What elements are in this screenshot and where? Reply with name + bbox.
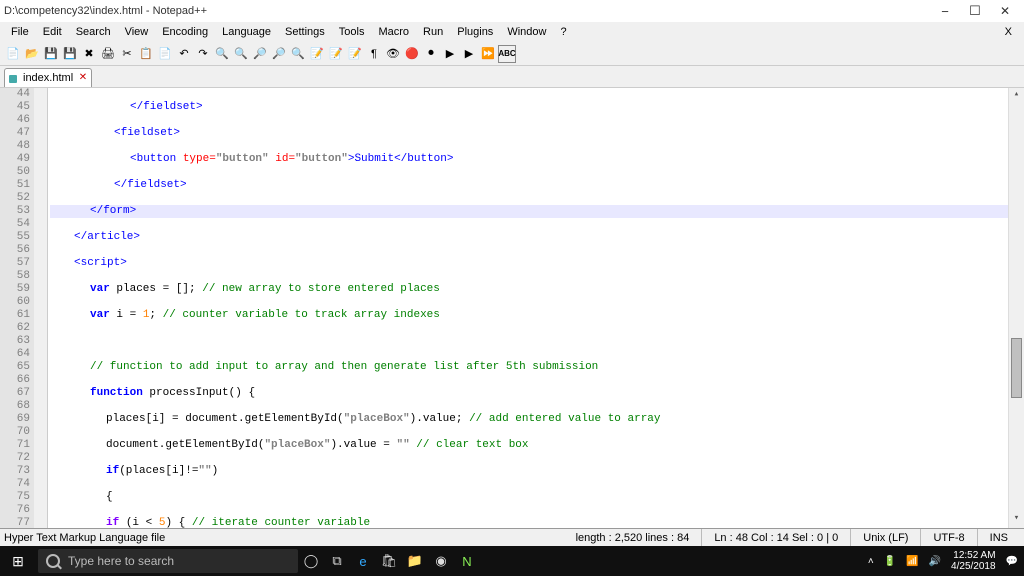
menu-file[interactable]: File [4,24,36,40]
indent-icon[interactable]: ¶ [365,45,383,63]
menu-view[interactable]: View [118,24,156,40]
notepadpp-icon[interactable]: N [454,546,480,576]
minimize-button[interactable]: − [930,4,960,19]
status-encoding[interactable]: UTF-8 [921,529,977,546]
stop-icon[interactable]: ⏺ [422,45,440,63]
system-tray[interactable]: ˄ 🔋 📶 🔊 12:52 AM 4/25/2018 💬 [868,550,1024,572]
close-button[interactable]: ✕ [990,4,1020,18]
status-eol[interactable]: Unix (LF) [851,529,921,546]
cut-icon[interactable]: ✂ [118,45,136,63]
menu-macro[interactable]: Macro [371,24,416,40]
redo-icon[interactable]: ↷ [194,45,212,63]
copy-icon[interactable]: 📋 [137,45,155,63]
taskview-icon[interactable]: ⧉ [324,546,350,576]
new-file-icon[interactable]: 📄 [4,45,22,63]
menu-tools[interactable]: Tools [332,24,372,40]
spellcheck-icon[interactable]: ABC [498,45,516,63]
menu-settings[interactable]: Settings [278,24,332,40]
paste-icon[interactable]: 📄 [156,45,174,63]
toolbar: 📄 📂 💾 💾 ✖ 🖨 ✂ 📋 📄 ↶ ↷ 🔍 🔍 🔎 🔎 🔍 📝 📝 📝 ¶ … [0,42,1024,66]
tab-close-icon[interactable]: ✕ [79,72,87,83]
status-language: Hyper Text Markup Language file [4,529,177,546]
vertical-scrollbar[interactable]: ▴ ▾ [1008,88,1024,528]
wifi-icon[interactable]: 📶 [906,556,918,567]
menu-search[interactable]: Search [69,24,118,40]
print-icon[interactable]: 🖨 [99,45,117,63]
menu-language[interactable]: Language [215,24,278,40]
scrollbar-thumb[interactable] [1011,338,1022,398]
save-icon[interactable]: 💾 [42,45,60,63]
editor[interactable]: 4445464748495051525354555657585960616263… [0,88,1024,528]
chrome-icon[interactable]: ◉ [428,546,454,576]
close-file-icon[interactable]: ✖ [80,45,98,63]
menu-edit[interactable]: Edit [36,24,69,40]
play-icon[interactable]: ▶ [441,45,459,63]
notifications-icon[interactable]: 💬 [1006,556,1018,567]
fastplay-icon[interactable]: ▶ [460,45,478,63]
tab-label: index.html [23,72,73,84]
search-icon [46,554,60,568]
scroll-up-icon[interactable]: ▴ [1009,88,1024,104]
menu-x[interactable]: X [998,24,1020,40]
menu-run[interactable]: Run [416,24,450,40]
menu-encoding[interactable]: Encoding [155,24,215,40]
record-icon[interactable]: 🔴 [403,45,421,63]
edge-icon[interactable]: e [350,546,376,576]
tabbar: index.html ✕ [0,66,1024,88]
sync-h-icon[interactable]: 📝 [308,45,326,63]
statusbar: Hyper Text Markup Language file length :… [0,528,1024,546]
taskbar-search[interactable]: Type here to search [38,549,298,573]
store-icon[interactable]: 🛍 [376,546,402,576]
status-insert-mode[interactable]: INS [978,529,1020,546]
allchar-icon[interactable]: 📝 [346,45,364,63]
menubar: File Edit Search View Encoding Language … [0,22,1024,42]
undo-icon[interactable]: ↶ [175,45,193,63]
menu-help[interactable]: ? [553,24,573,40]
wrap-icon[interactable]: 📝 [327,45,345,63]
battery-icon[interactable]: 🔋 [884,556,896,567]
maximize-button[interactable]: ☐ [960,3,990,19]
scroll-down-icon[interactable]: ▾ [1009,512,1024,528]
status-position: Ln : 48 Col : 14 Sel : 0 | 0 [702,529,851,546]
line-number-gutter: 4445464748495051525354555657585960616263… [0,88,34,528]
explorer-icon[interactable]: 📁 [402,546,428,576]
start-button[interactable]: ⊞ [0,546,36,576]
replace-icon[interactable]: 🔍 [232,45,250,63]
zoom-in-icon[interactable]: 🔎 [251,45,269,63]
code-area[interactable]: </fieldset> <fieldset> <button type="but… [48,88,1008,528]
playmulti-icon[interactable]: ⏩ [479,45,497,63]
tab-index-html[interactable]: index.html ✕ [4,68,92,87]
menu-plugins[interactable]: Plugins [450,24,500,40]
window-title: D:\competency32\index.html - Notepad++ [4,5,930,17]
save-all-icon[interactable]: 💾 [61,45,79,63]
fold-gutter[interactable] [34,88,48,528]
zoom-out-icon[interactable]: 🔎 [270,45,288,63]
tray-chevron-icon[interactable]: ˄ [868,556,874,567]
find-icon[interactable]: 🔍 [213,45,231,63]
open-file-icon[interactable]: 📂 [23,45,41,63]
search-placeholder: Type here to search [68,554,174,568]
titlebar: D:\competency32\index.html - Notepad++ −… [0,0,1024,22]
volume-icon[interactable]: 🔊 [929,556,941,567]
cortana-icon[interactable]: ◯ [298,546,324,576]
status-length: length : 2,520 lines : 84 [564,529,703,546]
menu-window[interactable]: Window [500,24,553,40]
sync-v-icon[interactable]: 🔍 [289,45,307,63]
file-type-icon [9,75,17,83]
taskbar-clock[interactable]: 12:52 AM 4/25/2018 [951,550,996,572]
taskbar: ⊞ Type here to search ◯ ⧉ e 🛍 📁 ◉ N ˄ 🔋 … [0,546,1024,576]
monitor-icon[interactable]: 👁 [384,45,402,63]
